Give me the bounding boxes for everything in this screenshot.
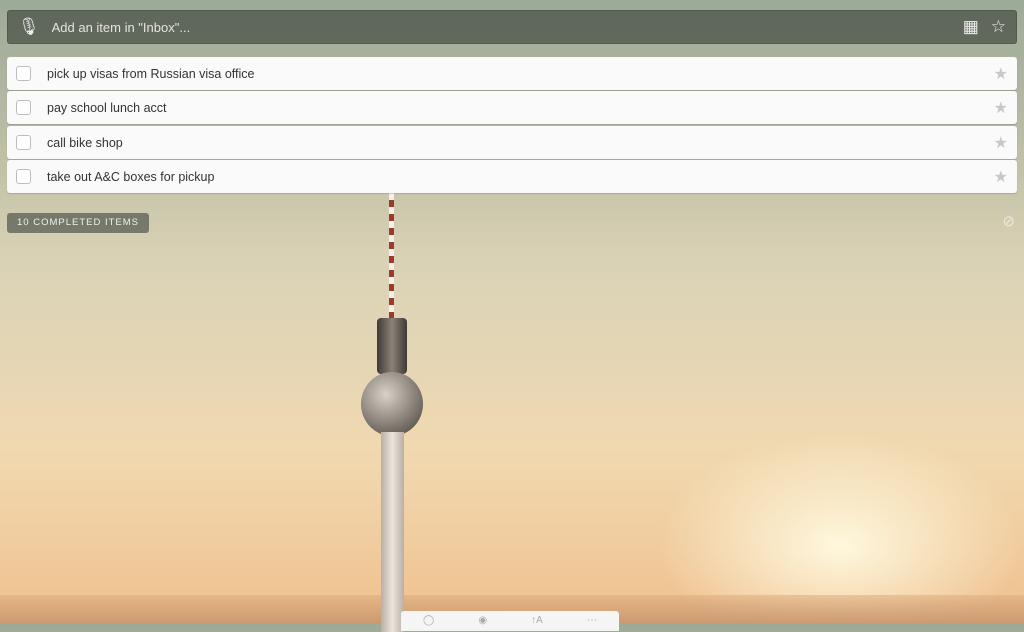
- task-title: take out A&C boxes for pickup: [47, 169, 215, 184]
- add-item-bar: 🎙︎ ▦ ☆: [7, 10, 1017, 44]
- background-tower-mast: [389, 193, 394, 318]
- show-completed-button[interactable]: 10 COMPLETED ITEMS: [7, 213, 149, 233]
- task-item[interactable]: call bike shop ★: [7, 126, 1017, 159]
- star-icon[interactable]: ★: [994, 167, 1008, 187]
- sort-icon[interactable]: ↑A: [531, 615, 543, 631]
- star-icon[interactable]: ★: [994, 64, 1008, 84]
- task-checkbox[interactable]: [16, 135, 31, 150]
- task-item[interactable]: take out A&C boxes for pickup ★: [7, 160, 1017, 193]
- task-title: pay school lunch acct: [47, 100, 167, 115]
- more-icon[interactable]: ⋯: [587, 615, 597, 631]
- task-item[interactable]: pick up visas from Russian visa office ★: [7, 57, 1017, 90]
- share-icon[interactable]: ◉: [478, 615, 487, 631]
- task-title: call bike shop: [47, 135, 123, 150]
- star-icon[interactable]: ☆: [991, 17, 1006, 37]
- task-checkbox[interactable]: [16, 100, 31, 115]
- add-item-input[interactable]: [51, 19, 951, 35]
- task-checkbox[interactable]: [16, 169, 31, 184]
- background-tower-shaft: [381, 432, 404, 632]
- calendar-icon[interactable]: ▦: [963, 17, 979, 37]
- hide-completed-icon[interactable]: ⊘: [1002, 212, 1015, 230]
- microphone-icon[interactable]: 🎙︎: [18, 17, 40, 37]
- user-icon[interactable]: ◯: [423, 615, 434, 631]
- star-icon[interactable]: ★: [994, 133, 1008, 153]
- star-icon[interactable]: ★: [994, 98, 1008, 118]
- background-tower-head: [377, 318, 407, 374]
- task-item[interactable]: pay school lunch acct ★: [7, 91, 1017, 124]
- task-checkbox[interactable]: [16, 66, 31, 81]
- background-tower-sphere: [361, 372, 423, 436]
- task-title: pick up visas from Russian visa office: [47, 66, 255, 81]
- bottom-toolbar: ◯ ◉ ↑A ⋯: [401, 611, 619, 631]
